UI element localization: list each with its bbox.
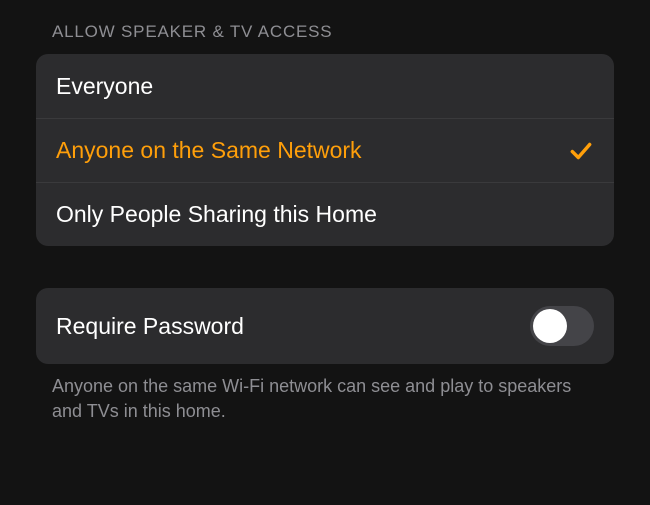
- option-sharing-home[interactable]: Only People Sharing this Home: [36, 182, 614, 246]
- option-label: Anyone on the Same Network: [56, 137, 362, 164]
- access-options-group: Everyone Anyone on the Same Network Only…: [36, 54, 614, 246]
- spacer: [36, 246, 614, 288]
- require-password-toggle[interactable]: [530, 306, 594, 346]
- option-everyone[interactable]: Everyone: [36, 54, 614, 118]
- toggle-knob: [533, 309, 567, 343]
- footer-description: Anyone on the same Wi-Fi network can see…: [36, 364, 614, 424]
- require-password-row[interactable]: Require Password: [36, 288, 614, 364]
- section-header: ALLOW SPEAKER & TV ACCESS: [36, 22, 614, 42]
- option-label: Only People Sharing this Home: [56, 201, 377, 228]
- require-password-label: Require Password: [56, 313, 244, 340]
- option-same-network[interactable]: Anyone on the Same Network: [36, 118, 614, 182]
- checkmark-icon: [568, 138, 594, 164]
- password-group: Require Password: [36, 288, 614, 364]
- option-label: Everyone: [56, 73, 153, 100]
